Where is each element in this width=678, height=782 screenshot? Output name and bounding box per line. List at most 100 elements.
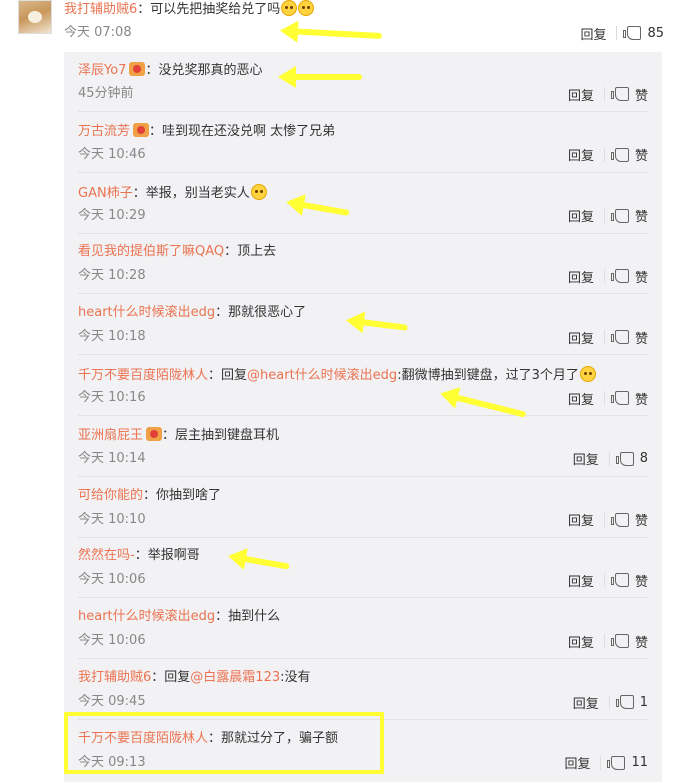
- thumbs-up-icon: [610, 512, 629, 527]
- like-button[interactable]: 1: [615, 695, 648, 710]
- like-button[interactable]: 赞: [610, 145, 648, 164]
- reply-item: GAN柿子：举报，别当老实人 今天 10:29 回复 赞: [78, 174, 648, 234]
- reply-item: 泽辰Yo7 ：没兑奖那真的恶心 45分钟前 回复 赞: [78, 52, 648, 112]
- thumbs-up-icon: [615, 451, 634, 466]
- like-count: 赞: [634, 331, 648, 347]
- reply-actions: 回复 赞: [568, 571, 648, 590]
- thumbs-up-icon: [610, 634, 629, 649]
- like-button[interactable]: 赞: [610, 267, 648, 286]
- thumbs-up-icon: [610, 573, 629, 588]
- reply-button[interactable]: 回复: [568, 206, 594, 225]
- reply-username[interactable]: 我打辅助贼6: [78, 670, 151, 685]
- reply-body: 可给你能的：你抽到啥了: [78, 488, 221, 504]
- like-button[interactable]: 赞: [610, 328, 648, 347]
- thumbs-up-icon: [610, 330, 629, 345]
- cat-emoji-icon: [579, 366, 596, 382]
- reply-time: 今天 10:10: [78, 511, 146, 527]
- reply-actions: 回复 11: [564, 753, 648, 772]
- reply-time: 45分钟前: [78, 86, 134, 101]
- mention-link[interactable]: @白露晨霜123: [190, 670, 280, 685]
- divider: [603, 573, 605, 588]
- reply-button[interactable]: 回复: [568, 85, 594, 104]
- like-button[interactable]: 赞: [610, 389, 648, 408]
- member-badge-icon: [146, 426, 163, 441]
- reply-item: 千万不要百度陌陇林人：回复@heart什么时候滚出edg:翻微博抽到键盘，过了3…: [78, 356, 648, 416]
- reply-body: 然然在吗-：举报啊哥: [78, 548, 200, 564]
- reply-body: 万古流芳 ：哇到现在还没兑啊 太惨了兄弟: [78, 122, 336, 140]
- reply-button[interactable]: 回复: [580, 24, 606, 43]
- avatar[interactable]: [18, 0, 52, 34]
- reply-item: 然然在吗-：举报啊哥 今天 10:06 回复 赞: [78, 538, 648, 599]
- comment-username[interactable]: 我打辅助贼6: [64, 2, 137, 17]
- thumbs-up-icon: [610, 391, 629, 405]
- reply-username[interactable]: 看见我的提伯斯了嘛QAQ: [78, 244, 224, 259]
- thumbs-up-icon: [610, 208, 629, 223]
- reply-button[interactable]: 回复: [564, 753, 590, 772]
- reply-text: :翻微博抽到键盘，过了3个月了: [397, 368, 579, 383]
- like-count: 85: [647, 25, 664, 41]
- comment-body: 我打辅助贼6：可以先把抽奖给兑了吗: [64, 0, 315, 18]
- reply-time: 今天 10:14: [78, 450, 146, 466]
- reply-username[interactable]: GAN柿子: [78, 186, 133, 201]
- reply-username[interactable]: 亚洲扇屁王: [78, 428, 143, 443]
- reply-item: 可给你能的：你抽到啥了 今天 10:10 回复 赞: [78, 478, 648, 538]
- reply-actions: 回复 赞: [568, 510, 648, 529]
- reply-button[interactable]: 回复: [568, 632, 594, 651]
- reply-username[interactable]: 泽辰Yo7: [78, 63, 126, 78]
- divider: [603, 87, 605, 101]
- reply-body: 我打辅助贼6：回复@白露晨霜123:没有: [78, 670, 311, 686]
- reply-username[interactable]: 可给你能的: [78, 488, 143, 503]
- divider: [603, 208, 605, 223]
- reply-body: 泽辰Yo7 ：没兑奖那真的恶心: [78, 62, 262, 79]
- divider: [616, 26, 618, 40]
- like-button[interactable]: 赞: [610, 632, 648, 651]
- reply-text: ：哇到现在还没兑啊 太惨了兄弟: [149, 123, 336, 139]
- reply-prefix: ：回复: [151, 670, 191, 685]
- thumbs-up-icon: [610, 147, 629, 162]
- crying-emoji-icon: [281, 0, 298, 16]
- like-button[interactable]: 赞: [610, 85, 648, 104]
- like-button[interactable]: 85: [623, 25, 664, 41]
- reply-body: 亚洲扇屁王 ：层主抽到键盘耳机: [78, 426, 279, 444]
- reply-time: 今天 10:18: [78, 329, 146, 345]
- like-button[interactable]: 8: [615, 451, 648, 466]
- mention-link[interactable]: @heart什么时候滚出edg: [247, 368, 397, 383]
- reply-username[interactable]: heart什么时候滚出edg: [78, 609, 215, 624]
- reply-button[interactable]: 回复: [573, 693, 599, 712]
- like-button[interactable]: 赞: [610, 571, 648, 590]
- thumbs-up-icon: [615, 695, 634, 709]
- reply-time: 今天 10:06: [78, 633, 146, 649]
- reply-text: :没有: [280, 670, 311, 685]
- reply-time: 今天 10:29: [78, 207, 146, 223]
- reply-button[interactable]: 回复: [568, 328, 594, 347]
- reply-username[interactable]: heart什么时候滚出edg: [78, 305, 215, 320]
- comment-text: ：可以先把抽奖给兑了吗: [137, 2, 281, 17]
- reply-button[interactable]: 回复: [568, 389, 594, 408]
- reply-button[interactable]: 回复: [568, 145, 594, 164]
- reply-item: 看见我的提伯斯了嘛QAQ：顶上去 今天 10:28 回复 赞: [78, 234, 648, 295]
- like-count: 赞: [634, 270, 648, 286]
- reply-time: 今天 10:46: [78, 146, 146, 162]
- like-button[interactable]: 赞: [610, 206, 648, 225]
- reply-actions: 回复 赞: [568, 85, 648, 104]
- reply-button[interactable]: 回复: [573, 449, 599, 468]
- like-count: 赞: [634, 88, 648, 104]
- reply-text: ：你抽到啥了: [143, 487, 222, 503]
- reply-username[interactable]: 然然在吗-: [78, 548, 135, 563]
- reply-username[interactable]: 千万不要百度陌陇林人: [78, 368, 208, 383]
- reply-actions: 回复 赞: [568, 389, 648, 408]
- like-count: 赞: [634, 574, 648, 590]
- reply-username[interactable]: 万古流芳: [78, 124, 130, 139]
- like-button[interactable]: 赞: [610, 510, 648, 529]
- reply-button[interactable]: 回复: [568, 267, 594, 286]
- reply-button[interactable]: 回复: [568, 510, 594, 529]
- divider: [603, 512, 605, 527]
- divider: [603, 269, 605, 284]
- divider: [603, 330, 605, 345]
- reply-text: ：那就很恶心了: [215, 305, 307, 321]
- like-button[interactable]: 11: [607, 755, 648, 770]
- reply-item: 亚洲扇屁王 ：层主抽到键盘耳机 今天 10:14 回复 8: [78, 417, 648, 477]
- reply-actions: 回复 赞: [568, 206, 648, 225]
- cat-emoji-icon: [250, 183, 267, 200]
- reply-button[interactable]: 回复: [568, 571, 594, 590]
